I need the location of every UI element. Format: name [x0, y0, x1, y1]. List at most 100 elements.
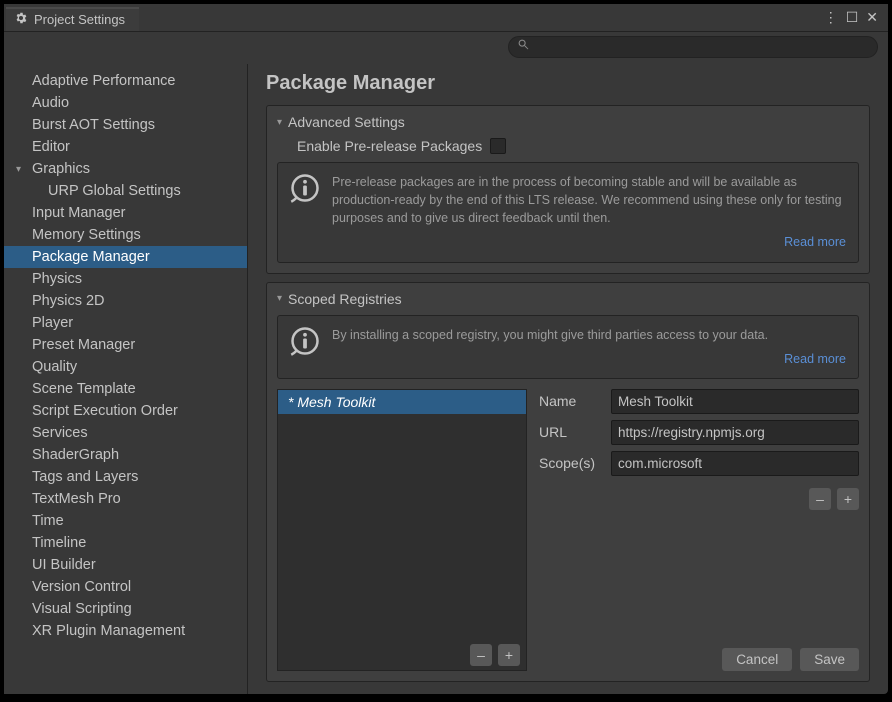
sidebar-item-label: URP Global Settings: [48, 183, 181, 199]
search-input[interactable]: [536, 40, 869, 54]
name-label: Name: [539, 393, 611, 409]
sidebar-item-scene-template[interactable]: Scene Template: [4, 378, 247, 400]
sidebar-item-package-manager[interactable]: Package Manager: [4, 246, 247, 268]
sidebar-item-adaptive-performance[interactable]: Adaptive Performance: [4, 70, 247, 92]
add-scope-button[interactable]: +: [837, 488, 859, 510]
close-icon[interactable]: ✕: [866, 9, 878, 26]
sidebar-item-label: Timeline: [32, 535, 86, 551]
form-actions: Cancel Save: [539, 648, 859, 671]
main-panel: Package Manager Advanced Settings Enable…: [248, 64, 888, 694]
gear-icon: [14, 11, 28, 28]
remove-scope-button[interactable]: –: [809, 488, 831, 510]
sidebar-item-memory-settings[interactable]: Memory Settings: [4, 224, 247, 246]
registry-name-input[interactable]: [611, 389, 859, 414]
sidebar-item-label: XR Plugin Management: [32, 623, 185, 639]
page-title: Package Manager: [266, 72, 870, 95]
sidebar-item-graphics[interactable]: Graphics: [4, 158, 247, 180]
add-registry-button[interactable]: +: [498, 644, 520, 666]
remove-registry-button[interactable]: –: [470, 644, 492, 666]
sidebar-item-label: Time: [32, 513, 64, 529]
sidebar-item-label: Adaptive Performance: [32, 73, 175, 89]
sidebar-item-services[interactable]: Services: [4, 422, 247, 444]
registry-scope-input[interactable]: [611, 451, 859, 476]
sidebar-item-label: Package Manager: [32, 249, 150, 265]
sidebar-item-editor[interactable]: Editor: [4, 136, 247, 158]
scoped-registries-panel: Scoped Registries By installing a scoped…: [266, 282, 870, 683]
sidebar-item-label: Player: [32, 315, 73, 331]
sidebar-item-visual-scripting[interactable]: Visual Scripting: [4, 598, 247, 620]
url-label: URL: [539, 424, 611, 440]
project-settings-tab[interactable]: Project Settings: [6, 7, 139, 31]
sidebar-item-ui-builder[interactable]: UI Builder: [4, 554, 247, 576]
sidebar-item-preset-manager[interactable]: Preset Manager: [4, 334, 247, 356]
titlebar: Project Settings ⋮ ☐ ✕: [4, 4, 888, 32]
search-row: [4, 32, 888, 64]
prerelease-infobox: Pre-release packages are in the process …: [277, 162, 859, 263]
scoped-registries-header[interactable]: Scoped Registries: [277, 291, 859, 307]
sidebar-item-label: Audio: [32, 95, 69, 111]
registry-body: * Mesh Toolkit – + Name URL: [277, 389, 859, 671]
body: Adaptive Performance Audio Burst AOT Setti…: [4, 64, 888, 694]
sidebar-item-xr-plugin-management[interactable]: XR Plugin Management: [4, 620, 247, 642]
sidebar-item-label: Quality: [32, 359, 77, 375]
cancel-button[interactable]: Cancel: [722, 648, 792, 671]
settings-sidebar: Adaptive Performance Audio Burst AOT Setti…: [4, 64, 248, 694]
sidebar-item-timeline[interactable]: Timeline: [4, 532, 247, 554]
project-settings-window: Project Settings ⋮ ☐ ✕ Adaptive Performa…: [4, 4, 888, 694]
info-icon: [290, 326, 320, 361]
sidebar-item-label: Physics: [32, 271, 82, 287]
sidebar-item-burst-aot-settings[interactable]: Burst AOT Settings: [4, 114, 247, 136]
sidebar-item-label: Preset Manager: [32, 337, 135, 353]
sidebar-item-physics[interactable]: Physics: [4, 268, 247, 290]
menu-icon[interactable]: ⋮: [824, 9, 838, 26]
save-button[interactable]: Save: [800, 648, 859, 671]
sidebar-item-script-execution-order[interactable]: Script Execution Order: [4, 400, 247, 422]
registry-list-item[interactable]: * Mesh Toolkit: [278, 390, 526, 414]
sidebar-item-label: Graphics: [32, 161, 90, 177]
sidebar-item-tags-and-layers[interactable]: Tags and Layers: [4, 466, 247, 488]
scoped-readmore-link[interactable]: Read more: [784, 350, 846, 368]
sidebar-item-label: Scene Template: [32, 381, 136, 397]
scope-buttons: – +: [539, 488, 859, 510]
sidebar-item-time[interactable]: Time: [4, 510, 247, 532]
sidebar-item-label: Services: [32, 425, 88, 441]
maximize-icon[interactable]: ☐: [846, 9, 859, 26]
sidebar-item-label: Burst AOT Settings: [32, 117, 155, 133]
sidebar-item-label: Script Execution Order: [32, 403, 178, 419]
sidebar-item-player[interactable]: Player: [4, 312, 247, 334]
advanced-settings-header[interactable]: Advanced Settings: [277, 114, 859, 130]
sidebar-item-label: Memory Settings: [32, 227, 141, 243]
registry-form: Name URL Scope(s) – +: [539, 389, 859, 671]
advanced-settings-label: Advanced Settings: [288, 114, 405, 130]
prerelease-checkbox[interactable]: [490, 138, 506, 154]
sidebar-item-audio[interactable]: Audio: [4, 92, 247, 114]
scoped-registries-label: Scoped Registries: [288, 291, 402, 307]
prerelease-label: Enable Pre-release Packages: [297, 138, 482, 154]
registry-url-input[interactable]: [611, 420, 859, 445]
sidebar-item-version-control[interactable]: Version Control: [4, 576, 247, 598]
search-field[interactable]: [508, 36, 878, 58]
sidebar-item-urp-global-settings[interactable]: URP Global Settings: [4, 180, 247, 202]
sidebar-item-label: Physics 2D: [32, 293, 105, 309]
search-icon: [517, 38, 530, 56]
registry-list: * Mesh Toolkit – +: [277, 389, 527, 671]
prerelease-row: Enable Pre-release Packages: [277, 138, 859, 154]
sidebar-item-textmesh-pro[interactable]: TextMesh Pro: [4, 488, 247, 510]
sidebar-item-input-manager[interactable]: Input Manager: [4, 202, 247, 224]
sidebar-item-quality[interactable]: Quality: [4, 356, 247, 378]
advanced-settings-panel: Advanced Settings Enable Pre-release Pac…: [266, 105, 870, 274]
registry-list-buttons: – +: [278, 640, 526, 670]
sidebar-item-label: Visual Scripting: [32, 601, 132, 617]
scoped-info-text: By installing a scoped registry, you mig…: [332, 326, 846, 344]
sidebar-item-label: UI Builder: [32, 557, 96, 573]
sidebar-item-shadergraph[interactable]: ShaderGraph: [4, 444, 247, 466]
sidebar-item-label: Editor: [32, 139, 70, 155]
sidebar-item-label: Input Manager: [32, 205, 126, 221]
sidebar-item-physics-2d[interactable]: Physics 2D: [4, 290, 247, 312]
sidebar-item-label: ShaderGraph: [32, 447, 119, 463]
sidebar-item-label: TextMesh Pro: [32, 491, 121, 507]
info-icon: [290, 173, 320, 208]
sidebar-item-label: Tags and Layers: [32, 469, 138, 485]
prerelease-readmore-link[interactable]: Read more: [784, 233, 846, 251]
tab-title: Project Settings: [34, 12, 125, 27]
